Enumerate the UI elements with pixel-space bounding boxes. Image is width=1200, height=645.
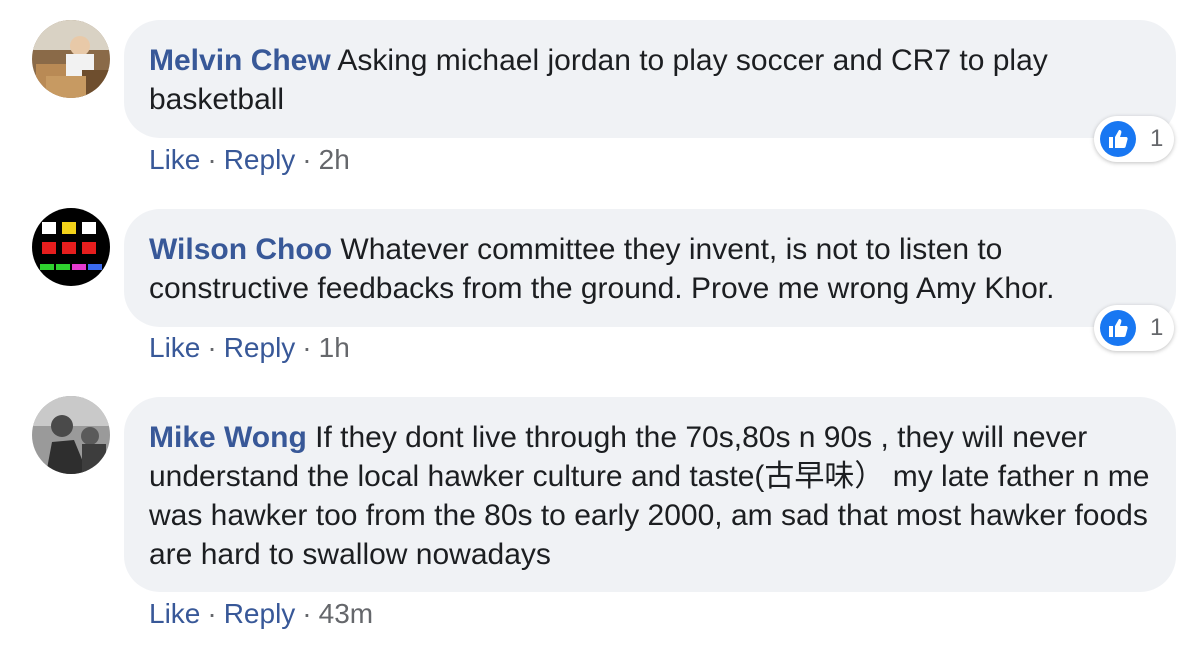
separator: · xyxy=(207,332,217,363)
comment-actions: Like · Reply · 43m xyxy=(149,598,373,630)
reply-button[interactable]: Reply xyxy=(224,332,296,363)
reaction-count: 1 xyxy=(1150,125,1164,152)
like-button[interactable]: Like xyxy=(149,144,200,175)
comment-bubble: Wilson Choo Whatever committee they inve… xyxy=(124,209,1176,327)
comment-bubble: Melvin Chew Asking michael jordan to pla… xyxy=(124,20,1176,138)
separator: · xyxy=(302,144,312,175)
separator: · xyxy=(302,332,312,363)
thumbs-up-icon xyxy=(1100,310,1136,346)
like-button[interactable]: Like xyxy=(149,598,200,629)
separator: · xyxy=(207,598,217,629)
avatar[interactable] xyxy=(32,396,110,474)
avatar[interactable] xyxy=(32,20,110,98)
like-button[interactable]: Like xyxy=(149,332,200,363)
reply-button[interactable]: Reply xyxy=(224,598,296,629)
avatar[interactable] xyxy=(32,208,110,286)
reaction-count: 1 xyxy=(1150,314,1164,341)
reaction-badge[interactable]: 1 xyxy=(1094,305,1174,351)
reaction-badge[interactable]: 1 xyxy=(1094,116,1174,162)
thumbs-up-icon xyxy=(1100,121,1136,157)
comment-bubble: Mike Wong If they dont live through the … xyxy=(124,397,1176,592)
timestamp[interactable]: 1h xyxy=(319,332,350,363)
author-name[interactable]: Mike Wong xyxy=(149,421,307,454)
timestamp[interactable]: 2h xyxy=(319,144,350,175)
author-name[interactable]: Melvin Chew xyxy=(149,44,331,77)
timestamp[interactable]: 43m xyxy=(319,598,373,629)
comment-actions: Like · Reply · 2h xyxy=(149,144,350,176)
author-name[interactable]: Wilson Choo xyxy=(149,233,332,266)
separator: · xyxy=(207,144,217,175)
separator: · xyxy=(302,598,312,629)
reply-button[interactable]: Reply xyxy=(224,144,296,175)
comment-actions: Like · Reply · 1h xyxy=(149,332,350,364)
